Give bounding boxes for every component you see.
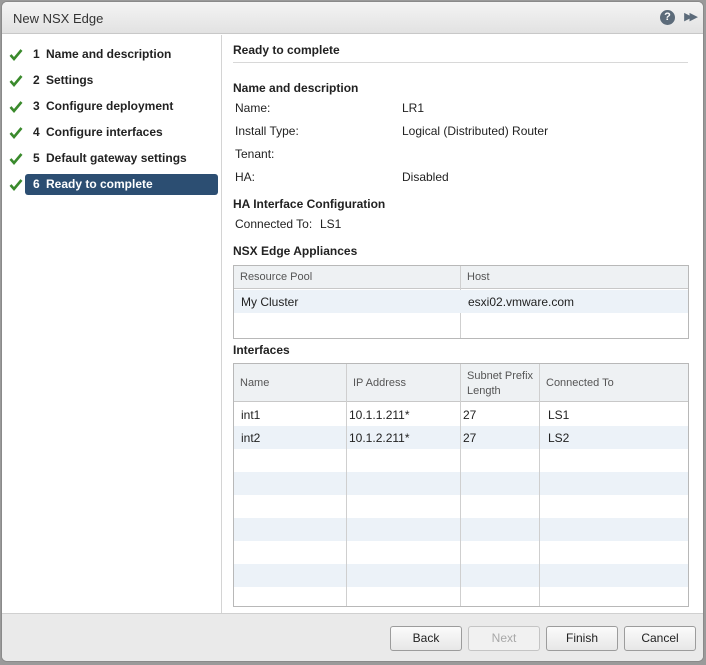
install-type-label: Install Type: (235, 124, 299, 138)
checkmark-icon (9, 127, 23, 140)
table-row[interactable]: int1 10.1.1.211* 27 LS1 (234, 403, 688, 426)
checkmark-icon (9, 49, 23, 62)
checkmark-icon (9, 101, 23, 114)
step-label: Configure interfaces (46, 125, 163, 139)
table-header: Resource Pool Host (234, 266, 688, 289)
checkmark-icon (9, 153, 23, 166)
page-title: Ready to complete (233, 43, 340, 57)
subnet-prefix-cell: 27 (463, 431, 477, 445)
step-settings[interactable]: 2 Settings (9, 70, 218, 91)
column-header-subnet-prefix-length[interactable]: Subnet Prefix Length (461, 364, 540, 401)
column-divider (346, 364, 347, 606)
back-button[interactable]: Back (390, 626, 462, 651)
column-header-host[interactable]: Host (461, 266, 688, 288)
ip-address-cell: 10.1.1.211* (349, 408, 410, 422)
interface-name-cell: int1 (241, 408, 261, 422)
step-number: 5 (33, 151, 40, 165)
step-number: 1 (33, 47, 40, 61)
expand-icon[interactable]: ▶▶ (684, 9, 698, 25)
step-number: 2 (33, 73, 40, 87)
step-label: Default gateway settings (46, 151, 187, 165)
ha-interface-heading: HA Interface Configuration (233, 197, 386, 211)
step-name-and-description[interactable]: 1 Name and description (9, 44, 218, 65)
step-label: Configure deployment (46, 99, 174, 113)
install-type-value: Logical (Distributed) Router (402, 124, 549, 138)
ha-value: Disabled (402, 170, 449, 184)
new-nsx-edge-dialog: New NSX Edge ? ▶▶ 1 Name and description… (1, 1, 704, 662)
step-label: Settings (46, 73, 94, 87)
connected-to-cell: LS1 (548, 408, 570, 422)
empty-row (234, 564, 688, 587)
step-configure-deployment[interactable]: 3 Configure deployment (9, 96, 218, 117)
wizard-steps-nav: 1 Name and description 2 Settings 3 Conf… (2, 35, 222, 613)
name-value: LR1 (402, 101, 425, 115)
table-header: Name IP Address Subnet Prefix Length Con… (234, 364, 688, 402)
interfaces-table: Name IP Address Subnet Prefix Length Con… (233, 363, 689, 607)
column-header-ip-address[interactable]: IP Address (347, 364, 461, 401)
interfaces-heading: Interfaces (233, 343, 290, 357)
connected-to-cell: LS2 (548, 431, 570, 445)
dialog-title: New NSX Edge (13, 11, 104, 26)
connected-to-value: LS1 (320, 217, 342, 231)
step-label: Ready to complete (46, 177, 153, 191)
summary-panel: Ready to complete Name and description N… (223, 35, 703, 613)
table-row[interactable]: My Cluster esxi02.vmware.com (234, 290, 688, 313)
connected-to-label: Connected To: (235, 217, 313, 231)
checkmark-icon (9, 179, 23, 192)
appliances-table: Resource Pool Host My Cluster esxi02.vmw… (233, 265, 689, 339)
column-divider (460, 364, 461, 606)
checkmark-icon (9, 75, 23, 88)
column-divider (539, 364, 540, 606)
cancel-button[interactable]: Cancel (624, 626, 696, 651)
column-header-name[interactable]: Name (234, 364, 347, 401)
name-section-heading: Name and description (233, 81, 359, 95)
step-number: 4 (33, 125, 40, 139)
step-label: Name and description (46, 47, 172, 61)
resource-pool-cell: My Cluster (241, 295, 299, 309)
interface-name-cell: int2 (241, 431, 261, 445)
title-bar: New NSX Edge ? ▶▶ (2, 2, 703, 34)
subnet-prefix-cell: 27 (463, 408, 477, 422)
step-number: 3 (33, 99, 40, 113)
finish-button[interactable]: Finish (546, 626, 618, 651)
column-header-connected-to[interactable]: Connected To (540, 364, 688, 401)
appliances-heading: NSX Edge Appliances (233, 244, 358, 258)
table-row[interactable]: int2 10.1.2.211* 27 LS2 (234, 426, 688, 449)
empty-row (234, 495, 688, 518)
next-button[interactable]: Next (468, 626, 540, 651)
empty-row (234, 518, 688, 541)
step-number: 6 (33, 177, 40, 191)
title-divider (233, 62, 688, 63)
name-label: Name: (235, 101, 271, 115)
step-configure-interfaces[interactable]: 4 Configure interfaces (9, 122, 218, 143)
step-ready-to-complete[interactable]: 6 Ready to complete (9, 174, 218, 195)
empty-row (234, 449, 688, 472)
empty-row (234, 541, 688, 564)
step-default-gateway-settings[interactable]: 5 Default gateway settings (9, 148, 218, 169)
empty-row (234, 472, 688, 495)
tenant-label: Tenant: (235, 147, 275, 161)
host-cell: esxi02.vmware.com (468, 295, 575, 309)
dialog-footer: Back Next Finish Cancel (2, 613, 703, 661)
help-icon[interactable]: ? (660, 10, 675, 25)
ha-label: HA: (235, 170, 256, 184)
ip-address-cell: 10.1.2.211* (349, 431, 410, 445)
column-header-resource-pool[interactable]: Resource Pool (234, 266, 461, 288)
